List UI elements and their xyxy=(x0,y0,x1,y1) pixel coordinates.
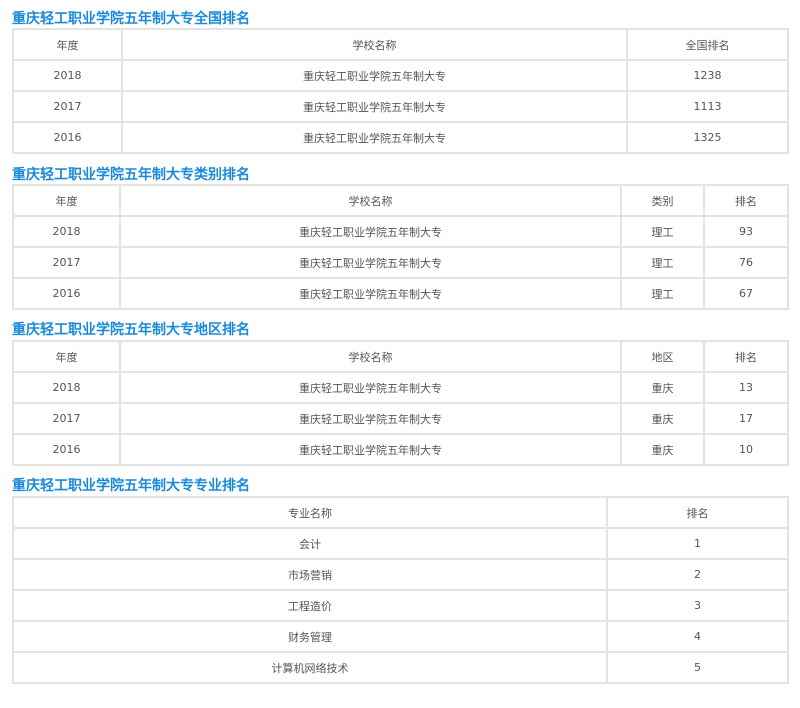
table-row: 2016 重庆轻工职业学院五年制大专 重庆 10 xyxy=(12,433,789,466)
cell-year: 2016 xyxy=(12,121,123,154)
cell-rank: 3 xyxy=(606,589,789,622)
region-ranking-table: 年度 学校名称 地区 排名 2018 重庆轻工职业学院五年制大专 重庆 13 2… xyxy=(12,340,789,466)
header-category: 类别 xyxy=(620,184,705,217)
cell-year: 2018 xyxy=(12,59,123,92)
cell-rank: 10 xyxy=(703,433,789,466)
cell-major-name: 工程造价 xyxy=(12,589,608,622)
cell-region: 重庆 xyxy=(620,371,705,404)
header-year: 年度 xyxy=(12,28,123,61)
cell-major-name: 市场营销 xyxy=(12,558,608,591)
header-major-name: 专业名称 xyxy=(12,496,608,529)
header-school-name: 学校名称 xyxy=(119,184,622,217)
table-row: 财务管理 4 xyxy=(12,620,789,653)
header-school-name: 学校名称 xyxy=(119,340,622,373)
header-national-rank: 全国排名 xyxy=(626,28,789,61)
cell-year: 2018 xyxy=(12,215,121,248)
cell-school-name: 重庆轻工职业学院五年制大专 xyxy=(119,246,622,279)
region-ranking-title: 重庆轻工职业学院五年制大专地区排名 xyxy=(12,322,250,338)
header-school-name: 学校名称 xyxy=(121,28,628,61)
table-row: 2016 重庆轻工职业学院五年制大专 理工 67 xyxy=(12,277,789,310)
table-header-row: 年度 学校名称 全国排名 xyxy=(12,28,789,61)
national-ranking-title: 重庆轻工职业学院五年制大专全国排名 xyxy=(12,11,250,27)
table-row: 2018 重庆轻工职业学院五年制大专 重庆 13 xyxy=(12,371,789,404)
table-row: 2016 重庆轻工职业学院五年制大专 1325 xyxy=(12,121,789,154)
cell-school-name: 重庆轻工职业学院五年制大专 xyxy=(119,371,622,404)
cell-school-name: 重庆轻工职业学院五年制大专 xyxy=(119,277,622,310)
cell-school-name: 重庆轻工职业学院五年制大专 xyxy=(121,121,628,154)
cell-rank: 67 xyxy=(703,277,789,310)
table-row: 工程造价 3 xyxy=(12,589,789,622)
table-row: 2018 重庆轻工职业学院五年制大专 1238 xyxy=(12,59,789,92)
header-year: 年度 xyxy=(12,340,121,373)
cell-rank: 1238 xyxy=(626,59,789,92)
cell-rank: 1325 xyxy=(626,121,789,154)
cell-major-name: 财务管理 xyxy=(12,620,608,653)
cell-school-name: 重庆轻工职业学院五年制大专 xyxy=(121,90,628,123)
header-rank: 排名 xyxy=(703,340,789,373)
national-ranking-table: 年度 学校名称 全国排名 2018 重庆轻工职业学院五年制大专 1238 201… xyxy=(12,28,789,154)
table-row: 2017 重庆轻工职业学院五年制大专 重庆 17 xyxy=(12,402,789,435)
cell-region: 重庆 xyxy=(620,433,705,466)
cell-year: 2017 xyxy=(12,90,123,123)
header-region: 地区 xyxy=(620,340,705,373)
cell-year: 2016 xyxy=(12,277,121,310)
cell-major-name: 会计 xyxy=(12,527,608,560)
header-year: 年度 xyxy=(12,184,121,217)
header-rank: 排名 xyxy=(703,184,789,217)
cell-rank: 4 xyxy=(606,620,789,653)
cell-year: 2017 xyxy=(12,246,121,279)
major-ranking-title: 重庆轻工职业学院五年制大专专业排名 xyxy=(12,478,250,494)
cell-category: 理工 xyxy=(620,215,705,248)
cell-school-name: 重庆轻工职业学院五年制大专 xyxy=(121,59,628,92)
category-ranking-title: 重庆轻工职业学院五年制大专类别排名 xyxy=(12,167,250,183)
cell-major-name: 计算机网络技术 xyxy=(12,651,608,684)
cell-region: 重庆 xyxy=(620,402,705,435)
cell-school-name: 重庆轻工职业学院五年制大专 xyxy=(119,402,622,435)
cell-year: 2017 xyxy=(12,402,121,435)
table-row: 市场营销 2 xyxy=(12,558,789,591)
cell-rank: 93 xyxy=(703,215,789,248)
cell-year: 2018 xyxy=(12,371,121,404)
table-row: 2017 重庆轻工职业学院五年制大专 1113 xyxy=(12,90,789,123)
cell-category: 理工 xyxy=(620,277,705,310)
cell-rank: 1113 xyxy=(626,90,789,123)
table-row: 2017 重庆轻工职业学院五年制大专 理工 76 xyxy=(12,246,789,279)
cell-rank: 17 xyxy=(703,402,789,435)
table-header-row: 专业名称 排名 xyxy=(12,496,789,529)
header-rank: 排名 xyxy=(606,496,789,529)
cell-rank: 13 xyxy=(703,371,789,404)
cell-school-name: 重庆轻工职业学院五年制大专 xyxy=(119,433,622,466)
major-ranking-table: 专业名称 排名 会计 1 市场营销 2 工程造价 3 财务管理 4 计算机网络技… xyxy=(12,496,789,684)
cell-rank: 1 xyxy=(606,527,789,560)
table-row: 计算机网络技术 5 xyxy=(12,651,789,684)
table-header-row: 年度 学校名称 地区 排名 xyxy=(12,340,789,373)
table-header-row: 年度 学校名称 类别 排名 xyxy=(12,184,789,217)
table-row: 2018 重庆轻工职业学院五年制大专 理工 93 xyxy=(12,215,789,248)
category-ranking-table: 年度 学校名称 类别 排名 2018 重庆轻工职业学院五年制大专 理工 93 2… xyxy=(12,184,789,310)
cell-rank: 2 xyxy=(606,558,789,591)
cell-year: 2016 xyxy=(12,433,121,466)
cell-rank: 5 xyxy=(606,651,789,684)
cell-rank: 76 xyxy=(703,246,789,279)
table-row: 会计 1 xyxy=(12,527,789,560)
cell-category: 理工 xyxy=(620,246,705,279)
cell-school-name: 重庆轻工职业学院五年制大专 xyxy=(119,215,622,248)
